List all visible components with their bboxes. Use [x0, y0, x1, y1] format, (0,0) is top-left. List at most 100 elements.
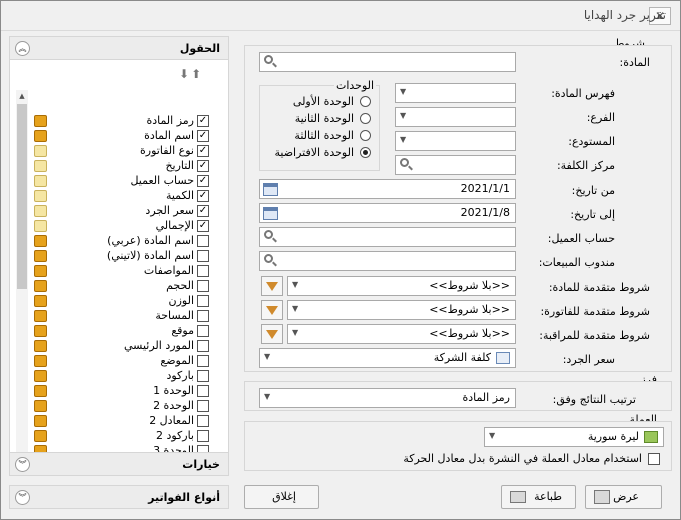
- sales-rep-input[interactable]: [259, 251, 516, 271]
- field-checkbox[interactable]: [197, 340, 209, 352]
- field-checkbox[interactable]: [197, 265, 209, 277]
- fields-header[interactable]: الحقول ︽: [9, 36, 229, 60]
- field-row[interactable]: ✓ الكمية: [32, 189, 222, 204]
- material-index-select[interactable]: ▼: [395, 83, 516, 103]
- chevron-down-icon[interactable]: ︾: [15, 490, 30, 505]
- search-icon[interactable]: [263, 55, 277, 69]
- field-checkbox[interactable]: ✓: [197, 220, 209, 232]
- field-label: المعادل 2: [149, 414, 194, 427]
- filter-material-button[interactable]: [261, 276, 283, 296]
- cost-center-input[interactable]: [395, 155, 516, 175]
- preview-icon: [594, 490, 610, 504]
- field-row[interactable]: المورد الرئيسي: [32, 339, 222, 354]
- use-rate-label: استخدام معادل العملة في النشرة بدل معادل…: [403, 452, 642, 465]
- field-label: موقع: [171, 324, 194, 337]
- field-checkbox[interactable]: ✓: [197, 205, 209, 217]
- print-button[interactable]: طباعة: [501, 485, 576, 509]
- cube-icon: [34, 295, 47, 307]
- field-row[interactable]: ✓ اسم المادة: [32, 129, 222, 144]
- invoice-types-header[interactable]: أنواع الفواتير ︾: [9, 485, 229, 509]
- field-row[interactable]: ✓ التاريخ: [32, 159, 222, 174]
- unit-radio[interactable]: [360, 96, 371, 107]
- field-checkbox[interactable]: ✓: [197, 175, 209, 187]
- calendar-icon[interactable]: [263, 207, 278, 220]
- field-row[interactable]: الوحدة 1: [32, 384, 222, 399]
- field-row[interactable]: الموضع: [32, 354, 222, 369]
- search-icon[interactable]: [263, 254, 277, 268]
- sort-select[interactable]: ▼ رمز المادة: [259, 388, 516, 408]
- field-row[interactable]: باركود 2: [32, 429, 222, 444]
- view-button[interactable]: عرض: [585, 485, 662, 509]
- search-icon[interactable]: [399, 158, 413, 172]
- search-icon[interactable]: [263, 230, 277, 244]
- printer-icon: [510, 491, 526, 503]
- branch-select[interactable]: ▼: [395, 107, 516, 127]
- field-checkbox[interactable]: [197, 310, 209, 322]
- field-row[interactable]: موقع: [32, 324, 222, 339]
- scroll-up-icon[interactable]: ▲: [16, 90, 28, 102]
- options-header[interactable]: خيارات ︾: [9, 452, 229, 476]
- field-row[interactable]: الوحدة 2: [32, 399, 222, 414]
- chevron-down-icon[interactable]: ︾: [15, 457, 30, 472]
- from-date-input[interactable]: 2021/1/1: [259, 179, 516, 199]
- unit-radio[interactable]: [360, 147, 371, 158]
- to-date-input[interactable]: 2021/1/8: [259, 203, 516, 223]
- use-rate-checkbox[interactable]: [648, 453, 660, 465]
- dropdown-arrow-icon: ▼: [400, 135, 407, 144]
- arrow-down-icon[interactable]: ⬇: [179, 67, 189, 81]
- field-checkbox[interactable]: [197, 385, 209, 397]
- field-checkbox[interactable]: ✓: [197, 115, 209, 127]
- field-row[interactable]: ✓ حساب العميل: [32, 174, 222, 189]
- field-row[interactable]: اسم المادة (لاتيني): [32, 249, 222, 264]
- adv-invoice-select[interactable]: ▼ <<بلا شروط>>: [287, 300, 516, 320]
- field-row[interactable]: المساحة: [32, 309, 222, 324]
- calendar-icon[interactable]: [263, 183, 278, 196]
- customer-account-input[interactable]: [259, 227, 516, 247]
- currency-value: ليرة سورية: [587, 430, 639, 443]
- material-input[interactable]: [259, 52, 516, 72]
- field-checkbox[interactable]: [197, 400, 209, 412]
- field-row[interactable]: المعادل 2: [32, 414, 222, 429]
- unit-radio[interactable]: [360, 113, 371, 124]
- field-row[interactable]: ✓ نوع الفاتورة: [32, 144, 222, 159]
- field-checkbox[interactable]: [197, 250, 209, 262]
- unit-radio[interactable]: [360, 130, 371, 141]
- field-checkbox[interactable]: [197, 370, 209, 382]
- field-checkbox[interactable]: [197, 295, 209, 307]
- adv-monitoring-select[interactable]: ▼ <<بلا شروط>>: [287, 324, 516, 344]
- scroll-thumb[interactable]: [17, 104, 27, 289]
- field-row[interactable]: اسم المادة (عربي): [32, 234, 222, 249]
- field-row[interactable]: باركود: [32, 369, 222, 384]
- adv-material-select[interactable]: ▼ <<بلا شروط>>: [287, 276, 516, 296]
- field-checkbox[interactable]: ✓: [197, 190, 209, 202]
- field-row[interactable]: ✓ سعر الجرد: [32, 204, 222, 219]
- field-checkbox[interactable]: [197, 430, 209, 442]
- field-row[interactable]: المواصفات: [32, 264, 222, 279]
- field-checkbox[interactable]: [197, 415, 209, 427]
- field-checkbox[interactable]: [197, 280, 209, 292]
- field-checkbox[interactable]: ✓: [197, 145, 209, 157]
- close-button[interactable]: إغلاق: [244, 485, 319, 509]
- currency-select[interactable]: ▼ ليرة سورية: [484, 427, 664, 447]
- funnel-icon: [266, 281, 278, 291]
- dropdown-arrow-icon: ▼: [264, 392, 271, 401]
- filter-monitoring-button[interactable]: [261, 324, 283, 344]
- field-row[interactable]: ✓ الإجمالي: [32, 219, 222, 234]
- chevron-up-icon[interactable]: ︽: [15, 41, 30, 56]
- warehouse-select[interactable]: ▼: [395, 131, 516, 151]
- arrow-up-icon[interactable]: ⬆: [191, 67, 201, 81]
- field-checkbox[interactable]: ✓: [197, 130, 209, 142]
- cube-icon: [34, 325, 47, 337]
- field-checkbox[interactable]: [197, 355, 209, 367]
- field-checkbox[interactable]: [197, 235, 209, 247]
- fields-scrollbar[interactable]: ▲ ▼: [16, 90, 28, 465]
- field-row[interactable]: الوزن: [32, 294, 222, 309]
- filter-invoice-button[interactable]: [261, 300, 283, 320]
- field-checkbox[interactable]: ✓: [197, 160, 209, 172]
- field-row[interactable]: ✓ رمز المادة: [32, 114, 222, 129]
- field-checkbox[interactable]: [197, 325, 209, 337]
- inventory-price-select[interactable]: ▼ كلفة الشركة: [259, 348, 516, 368]
- customer-account-label: حساب العميل:: [547, 232, 615, 245]
- unit-label: الوحدة الافتراضية: [274, 146, 354, 159]
- field-row[interactable]: الحجم: [32, 279, 222, 294]
